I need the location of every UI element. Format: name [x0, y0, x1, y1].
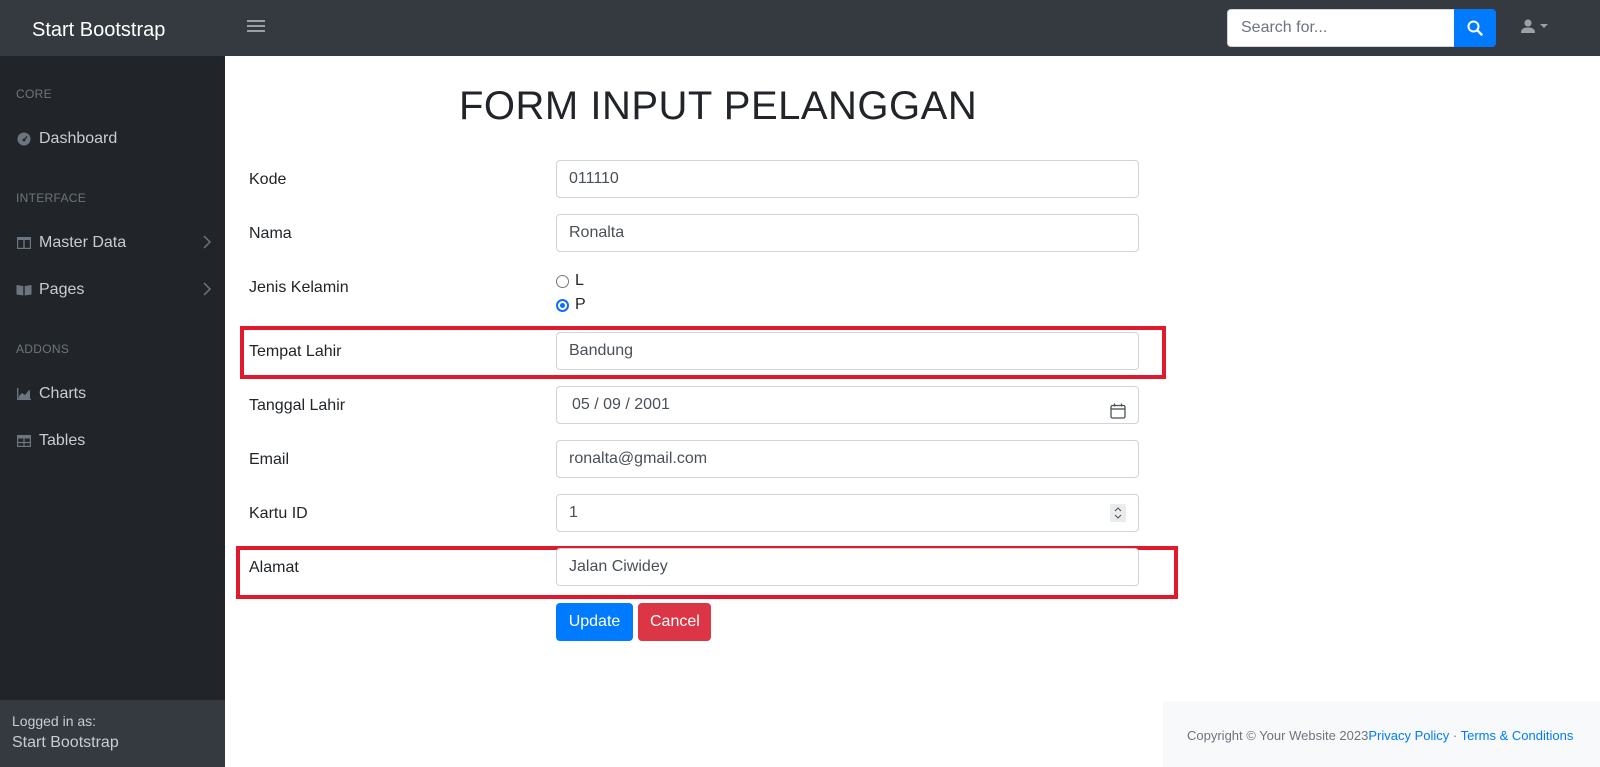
tanggal-lahir-field[interactable]: 05 / 09 / 2001	[556, 386, 1139, 424]
radio-p[interactable]	[556, 298, 569, 312]
sidebar-item-label: Charts	[39, 385, 87, 402]
nama-field[interactable]: Ronalta	[556, 214, 1139, 252]
alamat-label: Alamat	[249, 559, 299, 576]
calendar-icon[interactable]	[1110, 397, 1126, 433]
search-icon	[1467, 20, 1483, 36]
number-spinner-icon[interactable]	[1110, 504, 1126, 522]
tachometer-icon	[16, 131, 32, 147]
copyright-text: Copyright © Your Website 2023	[1187, 728, 1369, 743]
page-title: FORM INPUT PELANGGAN	[459, 84, 978, 128]
sidebar-item-dashboard[interactable]: Dashboard	[16, 127, 211, 151]
user-icon	[1521, 19, 1535, 33]
sidebar-item-label: Dashboard	[39, 130, 118, 147]
sidebar-item-tables[interactable]: Tables	[16, 429, 211, 453]
sidebar-toggle-icon[interactable]	[247, 18, 265, 36]
chevron-down-icon	[1540, 24, 1548, 28]
columns-icon	[16, 235, 32, 251]
update-button[interactable]: Update	[556, 603, 633, 641]
sidebar-item-label: Tables	[39, 432, 86, 449]
book-open-icon	[16, 282, 32, 298]
logged-in-label: Logged in as:	[12, 713, 97, 729]
top-navbar: Start Bootstrap	[0, 0, 1600, 56]
footer-separator: ·	[1452, 728, 1458, 743]
kartu-id-label: Kartu ID	[249, 505, 308, 522]
sidebar-footer: Logged in as: Start Bootstrap	[0, 700, 225, 767]
radio-option-p[interactable]: P	[556, 296, 586, 314]
radio-l[interactable]	[556, 274, 569, 288]
navbar-brand[interactable]: Start Bootstrap	[32, 0, 165, 56]
chevron-right-icon	[203, 235, 212, 254]
cancel-button[interactable]: Cancel	[638, 603, 711, 641]
search-input[interactable]	[1227, 9, 1454, 47]
sidebar: CORE Dashboard INTERFACE Master Data Pag…	[0, 56, 225, 767]
email-label: Email	[249, 451, 290, 468]
radio-label-p: P	[575, 296, 586, 313]
sidebar-item-label: Pages	[39, 281, 85, 298]
alamat-field[interactable]: Jalan Ciwidey	[556, 548, 1139, 586]
user-dropdown[interactable]	[1520, 18, 1548, 34]
nama-label: Nama	[249, 225, 292, 242]
sidebar-heading-addons: ADDONS	[16, 342, 70, 356]
page-footer: Copyright © Your Website 2023Privacy Pol…	[1163, 701, 1600, 767]
sidebar-heading-core: CORE	[16, 87, 52, 101]
logged-in-user: Start Bootstrap	[12, 734, 119, 751]
kartu-id-value: 1	[569, 504, 578, 521]
tempat-lahir-label: Tempat Lahir	[249, 343, 342, 360]
radio-label-l: L	[575, 272, 584, 289]
kode-field[interactable]: 011110	[556, 160, 1139, 198]
kartu-id-field[interactable]: 1	[556, 494, 1139, 532]
jenis-kelamin-label: Jenis Kelamin	[249, 279, 349, 296]
radio-option-l[interactable]: L	[556, 272, 584, 290]
email-field[interactable]: ronalta@gmail.com	[556, 440, 1139, 478]
tanggal-lahir-label: Tanggal Lahir	[249, 397, 346, 414]
sidebar-item-charts[interactable]: Charts	[16, 382, 211, 406]
chart-area-icon	[16, 386, 32, 402]
tanggal-lahir-value: 05 / 09 / 2001	[572, 396, 670, 413]
tempat-lahir-field[interactable]: Bandung	[556, 332, 1139, 370]
sidebar-heading-interface: INTERFACE	[16, 191, 87, 205]
sidebar-item-master-data[interactable]: Master Data	[16, 231, 212, 255]
kode-label: Kode	[249, 171, 287, 188]
terms-link[interactable]: Terms & Conditions	[1461, 728, 1574, 743]
navbar-search	[1227, 9, 1496, 47]
chevron-right-icon	[203, 282, 212, 301]
sidebar-item-label: Master Data	[39, 234, 127, 251]
sidebar-item-pages[interactable]: Pages	[16, 278, 212, 302]
privacy-policy-link[interactable]: Privacy Policy	[1368, 728, 1449, 743]
table-icon	[16, 433, 32, 449]
search-button[interactable]	[1454, 9, 1496, 47]
